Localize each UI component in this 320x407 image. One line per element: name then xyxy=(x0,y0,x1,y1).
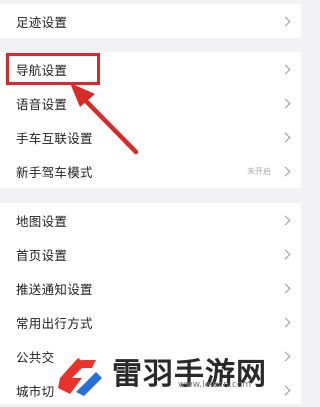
watermark-url: www.leiucn.com xyxy=(178,380,252,390)
brand-logo-icon xyxy=(58,357,102,396)
watermark-brand: 雷羽手游网 www.leiucn.com xyxy=(52,345,301,404)
annotation-arrow-icon xyxy=(70,83,139,155)
